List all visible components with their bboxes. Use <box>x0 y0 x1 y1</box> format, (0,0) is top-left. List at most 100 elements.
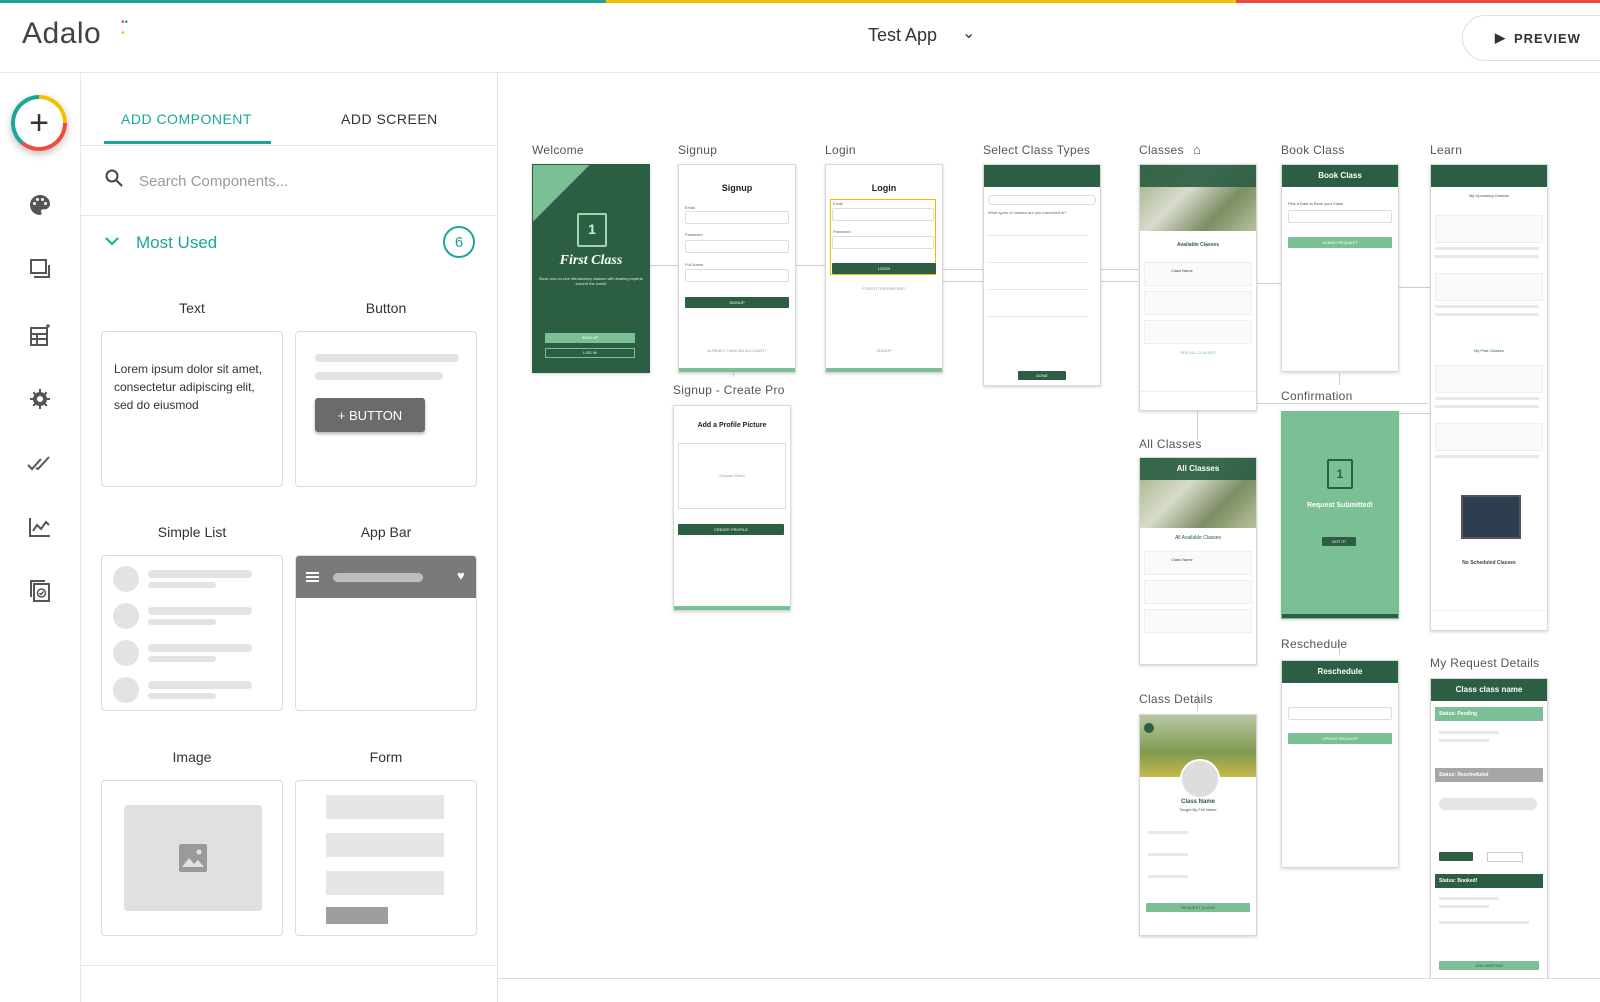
accept-button[interactable] <box>1439 852 1473 861</box>
login-button[interactable]: LOG IN <box>545 348 635 358</box>
tab-bar-divider <box>1431 610 1547 611</box>
gear-icon[interactable] <box>26 385 54 413</box>
chevron-down-icon[interactable] <box>105 233 119 249</box>
screen-link <box>796 265 826 266</box>
checklist-icon[interactable] <box>26 577 54 605</box>
component-card-app-bar[interactable]: ♥ <box>295 555 477 711</box>
placeholder-line <box>1435 305 1539 308</box>
canvas-bottom-border <box>498 978 1600 979</box>
form-field-placeholder <box>326 795 444 819</box>
placeholder-line <box>1148 875 1188 878</box>
screen-classes[interactable]: Available Classes Class Name SEE ALL CLA… <box>1139 164 1257 411</box>
screen-label-signup: Signup <box>678 143 718 157</box>
app-bar <box>984 165 1100 187</box>
see-all-link[interactable]: SEE ALL CLASSES <box>1140 350 1256 355</box>
component-panel: ADD COMPONENT ADD SCREEN Most Used 6 Tex… <box>81 73 498 1002</box>
search-input[interactable] <box>137 167 461 195</box>
screen-signup-create-profile[interactable]: Add a Profile Picture Choose Photo CREAT… <box>673 405 791 611</box>
component-card-image[interactable] <box>101 780 283 936</box>
screen-login[interactable]: Login Email Password LOGIN FORGOT PASSWO… <box>825 164 943 373</box>
screen-book-class[interactable]: Book Class Pick a Date to Book your Clas… <box>1281 164 1399 372</box>
back-icon[interactable] <box>1144 723 1154 733</box>
request-class-button[interactable]: REQUEST CLASS <box>1146 903 1250 912</box>
email-field[interactable] <box>832 208 934 221</box>
component-label-text: Text <box>179 300 205 316</box>
section-label[interactable]: Most Used <box>136 233 217 253</box>
publish-check-icon[interactable] <box>26 449 54 477</box>
class-row[interactable] <box>1144 291 1252 315</box>
password-field[interactable] <box>832 236 934 249</box>
screens-canvas[interactable]: Welcome 1 First Class Book one-on-one in… <box>498 73 1600 978</box>
database-icon[interactable] <box>26 321 54 349</box>
palette-icon[interactable] <box>26 191 54 219</box>
forgot-password-link[interactable]: FORGOT PASSWORD? <box>826 286 942 291</box>
component-label-simple-list: Simple List <box>157 524 227 540</box>
screen-welcome[interactable]: 1 First Class Book one-on-one introducto… <box>532 164 650 373</box>
tab-add-component[interactable]: ADD COMPONENT <box>121 111 252 127</box>
tab-add-screen[interactable]: ADD SCREEN <box>341 111 438 127</box>
join-meeting-button[interactable]: JOIN MEETING <box>1439 961 1539 970</box>
field-label: Password <box>685 232 703 237</box>
adalo-logo[interactable]: Adalo <box>22 17 101 51</box>
component-card-simple-list[interactable] <box>101 555 283 711</box>
submit-request-button[interactable]: SUBMIT REQUEST <box>1288 237 1392 248</box>
login-submit-button[interactable]: LOGIN <box>832 263 936 274</box>
class-row[interactable]: Class Name <box>1144 551 1252 575</box>
screen-title: Signup <box>721 183 753 193</box>
screen-my-request-details[interactable]: Class class name Status: Pending Status:… <box>1430 678 1548 978</box>
chevron-down-icon[interactable]: ⌄ <box>962 23 975 43</box>
component-label-form: Form <box>369 749 403 765</box>
past-class-row[interactable] <box>1435 365 1543 393</box>
change-button[interactable] <box>1487 852 1523 862</box>
class-row[interactable] <box>1144 580 1252 604</box>
upcoming-class-row[interactable] <box>1435 215 1543 243</box>
password-field[interactable] <box>685 240 789 253</box>
analytics-icon[interactable] <box>26 513 54 541</box>
screen-label-my-request-details: My Request Details <box>1430 656 1540 670</box>
screens-icon[interactable] <box>26 255 54 283</box>
choose-photo-box[interactable]: Choose Photo <box>678 443 786 509</box>
placeholder-bar <box>333 573 423 582</box>
component-card-button[interactable]: + BUTTON <box>295 331 477 487</box>
date-field[interactable] <box>1288 707 1392 720</box>
signup-button[interactable]: SIGN UP <box>545 333 635 343</box>
date-field[interactable] <box>1288 210 1392 223</box>
signup-submit-button[interactable]: SIGNUP <box>685 297 789 308</box>
got-it-button[interactable]: GOT IT! <box>1322 537 1356 546</box>
screen-signup[interactable]: Signup Email Password Full Name SIGNUP A… <box>678 164 796 373</box>
past-class-row[interactable] <box>1435 423 1543 451</box>
fullname-field[interactable] <box>685 269 789 282</box>
upcoming-class-row[interactable] <box>1435 273 1543 301</box>
screen-reschedule[interactable]: Reschedule UPDATE REQUEST <box>1281 660 1399 868</box>
footer-link[interactable]: SIGNUP <box>826 348 942 353</box>
component-card-form[interactable] <box>295 780 477 936</box>
image-icon <box>124 805 262 911</box>
component-card-text[interactable]: Lorem ipsum dolor sit amet, consectetur … <box>101 331 283 487</box>
screen-class-details[interactable]: Class Name Taught By Full Name REQUEST C… <box>1139 714 1257 936</box>
screen-confirmation[interactable]: 1 Request Submitted! GOT IT! <box>1281 411 1399 619</box>
screen-learn[interactable]: My Upcoming Classes My Past Classes No S… <box>1430 164 1548 631</box>
search-field[interactable] <box>988 195 1096 205</box>
status-booked: Status: Booked! <box>1435 874 1543 888</box>
app-name-selector[interactable]: Test App <box>868 25 937 46</box>
placeholder-bar <box>148 656 216 662</box>
preview-button[interactable]: ▶ PREVIEW <box>1462 15 1600 61</box>
class-row[interactable] <box>1144 609 1252 633</box>
screen-select-class-types[interactable]: What types of classes are you interested… <box>983 164 1101 386</box>
empty-state-text: No Scheduled Classes <box>1462 560 1516 566</box>
done-button[interactable]: DONE <box>1018 371 1066 380</box>
class-row[interactable] <box>1144 320 1252 344</box>
screen-label-all-classes: All Classes <box>1139 437 1202 451</box>
screen-label-confirmation: Confirmation <box>1281 389 1353 403</box>
update-request-button[interactable]: UPDATE REQUEST <box>1288 733 1392 744</box>
add-button[interactable]: + <box>11 95 67 151</box>
tab-bar-divider <box>1140 391 1256 392</box>
create-profile-button[interactable]: CREATE PROFILE <box>678 524 784 535</box>
email-field[interactable] <box>685 211 789 224</box>
avatar <box>1180 759 1220 799</box>
footer-link[interactable]: ALREADY HAVE AN ACCOUNT? <box>679 348 795 353</box>
list-divider <box>988 235 1088 236</box>
screen-all-classes[interactable]: All Classes All Available Classes Class … <box>1139 457 1257 665</box>
search-icon <box>105 169 123 192</box>
class-row[interactable]: Class Name <box>1144 262 1252 286</box>
